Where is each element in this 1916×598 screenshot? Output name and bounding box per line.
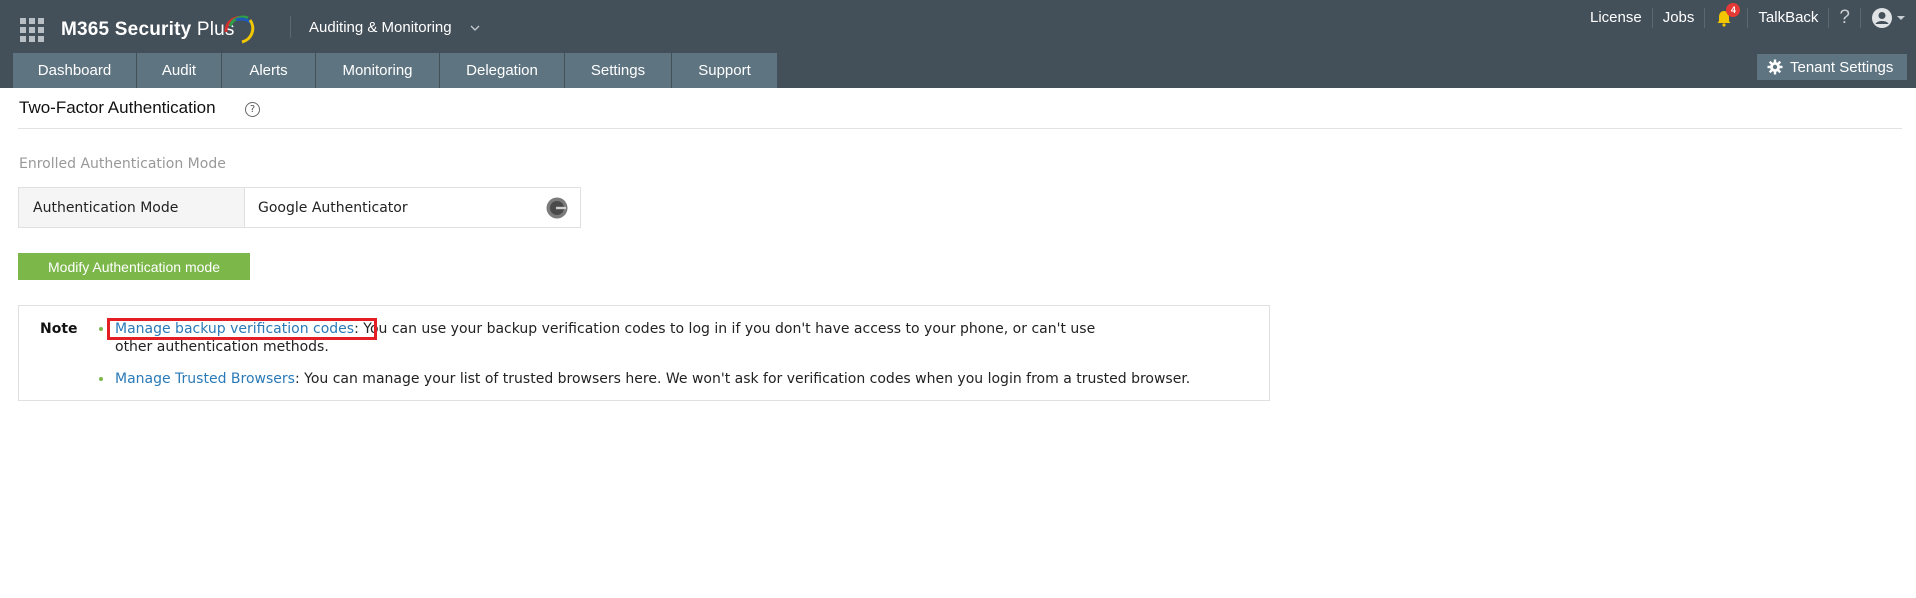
auth-mode-key: Authentication Mode xyxy=(19,188,245,227)
tab-delegation[interactable]: Delegation xyxy=(440,53,565,88)
app-logo-icon xyxy=(224,15,255,44)
tab-dashboard[interactable]: Dashboard xyxy=(13,53,137,88)
notifications-button[interactable]: 4 xyxy=(1705,3,1749,28)
note-item-backup-codes: Manage backup verification codes: You ca… xyxy=(97,320,1257,356)
auth-mode-table: Authentication Mode Google Authenticator xyxy=(18,187,581,228)
auth-mode-value: Google Authenticator xyxy=(245,188,580,227)
tab-monitoring[interactable]: Monitoring xyxy=(316,53,440,88)
tab-audit[interactable]: Audit xyxy=(137,53,222,88)
top-header: M365 Security Plus Auditing & Monitoring… xyxy=(0,0,1916,88)
tab-alerts[interactable]: Alerts xyxy=(222,53,316,88)
license-link[interactable]: License xyxy=(1580,8,1653,28)
help-circle-icon[interactable]: ? xyxy=(245,102,260,117)
user-avatar-icon xyxy=(1872,8,1892,28)
tenant-settings-button[interactable]: Tenant Settings xyxy=(1757,54,1907,80)
top-right-nav: License Jobs 4 TalkBack ? xyxy=(1580,0,1916,36)
note-label: Note xyxy=(40,321,78,337)
note-item-trusted-browsers: Manage Trusted Browsers: You can manage … xyxy=(97,370,1257,388)
manage-backup-codes-link[interactable]: Manage backup verification codes xyxy=(115,321,354,337)
manage-trusted-browsers-link[interactable]: Manage Trusted Browsers xyxy=(115,371,295,387)
bullet-icon xyxy=(99,377,103,381)
tab-settings[interactable]: Settings xyxy=(565,53,672,88)
tenant-settings-label: Tenant Settings xyxy=(1790,58,1894,76)
talkback-link[interactable]: TalkBack xyxy=(1748,8,1830,28)
notification-badge: 4 xyxy=(1726,3,1741,17)
note-text: : You can manage your list of trusted br… xyxy=(294,371,1191,387)
title-divider xyxy=(18,128,1902,129)
user-menu[interactable] xyxy=(1861,8,1916,28)
app-logo-text: M365 Security Plus xyxy=(61,19,235,40)
caret-down-icon xyxy=(1897,16,1905,20)
note-list: Manage backup verification codes : You ca… xyxy=(97,320,1257,402)
help-icon[interactable]: ? xyxy=(1829,8,1861,28)
modify-auth-mode-button[interactable]: Modify Authentication mode xyxy=(18,253,250,280)
note-box: Note Manage backup verification codes : Y… xyxy=(18,305,1270,401)
module-selector[interactable]: Auditing & Monitoring xyxy=(309,19,452,36)
app-launcher-icon[interactable] xyxy=(20,18,44,42)
main-tabs: Dashboard Audit Alerts Monitoring Delega… xyxy=(13,53,778,88)
bullet-icon xyxy=(99,327,103,331)
jobs-link[interactable]: Jobs xyxy=(1653,8,1706,28)
google-authenticator-icon xyxy=(546,197,568,219)
chevron-down-icon[interactable] xyxy=(469,22,481,34)
divider xyxy=(290,16,291,38)
section-label: Enrolled Authentication Mode xyxy=(19,156,226,172)
page-title: Two-Factor Authentication xyxy=(19,98,216,117)
tab-support[interactable]: Support xyxy=(672,53,778,88)
gear-icon xyxy=(1767,59,1783,75)
auth-mode-value-text: Google Authenticator xyxy=(258,199,408,216)
